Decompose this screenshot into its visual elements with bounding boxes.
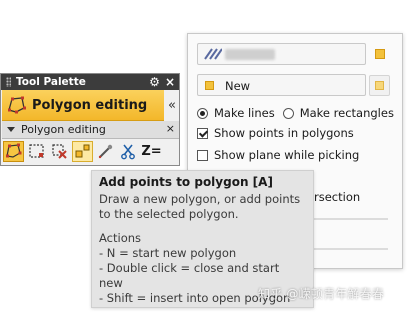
- show-points-checkbox[interactable]: [197, 127, 208, 139]
- palette-title: Tool Palette: [16, 76, 86, 88]
- add-point-icon: [75, 144, 90, 158]
- scissors-icon: [121, 144, 135, 160]
- intersection-label: rsection: [314, 190, 361, 204]
- select-region-tool[interactable]: [26, 141, 47, 162]
- palette-title-bar[interactable]: Tool Palette ⚙ ×: [1, 74, 179, 90]
- new-field[interactable]: New: [197, 74, 366, 96]
- section-close-icon[interactable]: ×: [166, 122, 175, 135]
- section-polygon-editing[interactable]: Polygon editing ×: [2, 121, 179, 139]
- tooltip-title: Add points to polygon [A]: [99, 175, 273, 189]
- layer-field[interactable]: [197, 43, 366, 65]
- close-icon[interactable]: ×: [165, 75, 175, 89]
- gear-icon[interactable]: ⚙: [149, 75, 160, 89]
- palette-mode-header[interactable]: Polygon editing: [2, 90, 164, 121]
- expand-triangle-icon[interactable]: [7, 127, 15, 132]
- tool-row: Z=: [3, 141, 162, 162]
- show-plane-label: Show plane while picking: [214, 148, 360, 162]
- delete-point-icon: [52, 144, 67, 159]
- section-label: Polygon editing: [21, 123, 106, 136]
- tool-palette: Tool Palette ⚙ × Polygon editing « Polyg…: [0, 73, 180, 166]
- add-points-tool[interactable]: [72, 141, 93, 162]
- edit-polygon-icon: [6, 143, 22, 158]
- collapse-button[interactable]: «: [165, 90, 179, 120]
- delete-points-tool[interactable]: [49, 141, 70, 162]
- show-points-label: Show points in polygons: [214, 126, 354, 140]
- dashed-select-icon: [29, 144, 44, 158]
- set-z-tool[interactable]: Z=: [141, 141, 162, 162]
- new-item-button[interactable]: [369, 75, 390, 96]
- make-rectangles-label: Make rectangles: [299, 106, 394, 120]
- edit-polygon-tool[interactable]: [3, 141, 24, 162]
- drag-grip-icon[interactable]: [6, 77, 11, 87]
- set-z-label: Z=: [141, 144, 162, 159]
- show-plane-checkbox[interactable]: [197, 149, 208, 161]
- make-lines-radio[interactable]: [197, 107, 208, 119]
- tooltip-description-line: to the selected polygon.: [99, 207, 239, 221]
- cut-tool[interactable]: [118, 141, 139, 162]
- polygon-edit-icon: [8, 96, 26, 114]
- hatch-icon: [204, 48, 222, 60]
- tooltip-action: - N = start new polygon: [99, 246, 237, 260]
- eyedropper-icon: [98, 144, 113, 159]
- blurred-text: [225, 49, 275, 60]
- layer-color-icon[interactable]: [375, 49, 385, 59]
- make-lines-label: Make lines: [214, 106, 275, 120]
- show-plane-row: Show plane while picking: [197, 148, 359, 162]
- tooltip-description-line: Draw a new polygon, or add points: [99, 192, 301, 206]
- new-field-label: New: [225, 79, 251, 93]
- pick-point-tool[interactable]: [95, 141, 116, 162]
- make-mode-row: Make lines Make rectangles: [197, 106, 394, 120]
- palette-header-label: Polygon editing: [32, 97, 148, 113]
- show-points-row: Show points in polygons: [197, 126, 354, 140]
- make-rectangles-radio[interactable]: [282, 107, 294, 119]
- watermark: 知乎 @嵘顿青年解春春: [258, 287, 385, 301]
- tooltip-actions-heading: Actions: [99, 231, 142, 245]
- new-item-icon: [205, 81, 214, 90]
